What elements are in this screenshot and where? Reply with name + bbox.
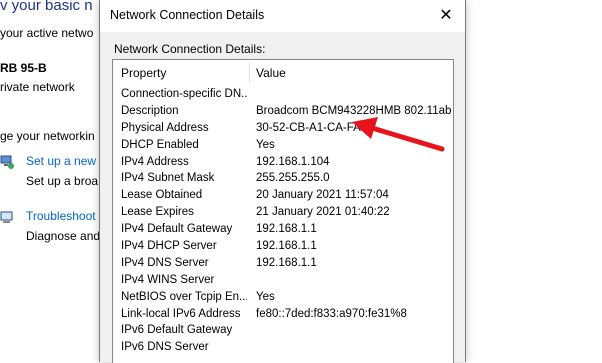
table-row[interactable]: IPv4 WINS Server xyxy=(113,272,453,289)
value-cell: Broadcom BCM943228HMB 802.11abgn xyxy=(256,104,451,117)
list-header: Property Value xyxy=(113,60,453,86)
property-cell: Physical Address xyxy=(121,121,209,134)
value-cell: 255.255.255.0 xyxy=(256,172,330,185)
table-row[interactable]: Description Broadcom BCM943228HMB 802.11a… xyxy=(113,103,453,120)
network-connection-details-dialog: Network Connection Details ✕ Network Con… xyxy=(99,0,466,363)
setup-new-connection-link[interactable]: Set up a new xyxy=(26,154,96,168)
table-row[interactable]: IPv4 DHCP Server 192.168.1.1 xyxy=(113,238,453,255)
property-cell: Connection-specific DN... xyxy=(121,88,247,100)
details-rows: Connection-specific DN... Description Broa… xyxy=(113,86,453,356)
troubleshoot-link[interactable]: Troubleshoot xyxy=(26,209,96,223)
table-row[interactable]: Connection-specific DN... xyxy=(113,86,453,103)
close-button[interactable]: ✕ xyxy=(435,5,457,27)
property-cell: IPv4 Subnet Mask xyxy=(121,172,215,185)
value-cell: 192.168.1.1 xyxy=(256,240,317,253)
table-row[interactable]: IPv4 Default Gateway 192.168.1.1 xyxy=(113,221,453,238)
bg-change-settings-label: ge your networkin xyxy=(0,129,95,143)
property-cell: IPv6 Default Gateway xyxy=(121,324,233,337)
value-cell: 192.168.1.1 xyxy=(256,223,317,236)
property-cell: IPv4 DNS Server xyxy=(121,256,209,269)
value-cell: 30-52-CB-A1-CA-FA xyxy=(256,121,361,134)
table-row[interactable]: IPv6 Default Gateway xyxy=(113,322,453,339)
close-icon: ✕ xyxy=(439,7,453,24)
bg-network-name: RB 95-B xyxy=(0,61,47,75)
column-header-value[interactable]: Value xyxy=(256,60,286,86)
details-list[interactable]: Property Value Connection-specific DN...… xyxy=(112,59,454,363)
table-row[interactable]: IPv6 DNS Server xyxy=(113,339,453,356)
details-group-label: Network Connection Details: xyxy=(114,42,266,56)
network-setup-icon xyxy=(0,155,14,169)
property-cell: NetBIOS over Tcpip En... xyxy=(121,290,247,303)
property-cell: Description xyxy=(121,104,179,117)
property-cell: Lease Obtained xyxy=(121,189,203,202)
property-cell: IPv4 DHCP Server xyxy=(121,240,217,253)
column-separator[interactable] xyxy=(249,62,250,84)
setup-new-connection-desc: Set up a broa xyxy=(26,174,99,188)
property-cell: IPv4 WINS Server xyxy=(121,273,215,286)
troubleshoot-desc: Diagnose and xyxy=(26,229,101,243)
property-cell: Link-local IPv6 Address xyxy=(121,307,241,320)
dialog-titlebar[interactable]: Network Connection Details ✕ xyxy=(100,0,465,32)
property-cell: IPv6 DNS Server xyxy=(121,341,209,354)
property-cell: IPv4 Default Gateway xyxy=(121,223,233,236)
table-row[interactable]: IPv4 Subnet Mask 255.255.255.0 xyxy=(113,170,453,187)
bg-heading: v your basic n xyxy=(0,0,93,14)
table-row[interactable]: Lease Obtained 20 January 2021 11:57:04 xyxy=(113,187,453,204)
value-cell: 192.168.1.104 xyxy=(256,155,330,168)
dialog-title: Network Connection Details xyxy=(110,8,265,22)
table-row[interactable]: Lease Expires 21 January 2021 01:40:22 xyxy=(113,204,453,221)
value-cell: 21 January 2021 01:40:22 xyxy=(256,206,390,219)
value-cell: Yes xyxy=(256,290,275,303)
value-cell: 20 January 2021 11:57:04 xyxy=(256,189,389,202)
property-cell: IPv4 Address xyxy=(121,155,189,168)
troubleshoot-icon xyxy=(0,211,13,223)
property-cell: Lease Expires xyxy=(121,206,194,219)
table-row[interactable]: DHCP Enabled Yes xyxy=(113,137,453,154)
table-row[interactable]: Physical Address 30-52-CB-A1-CA-FA xyxy=(113,120,453,137)
column-header-property[interactable]: Property xyxy=(121,60,166,86)
property-cell: DHCP Enabled xyxy=(121,138,199,151)
bg-network-type: rivate network xyxy=(0,80,75,94)
value-cell: fe80::7ded:f833:a970:fe31%8 xyxy=(256,307,407,320)
bg-active-networks-label: your active netwo xyxy=(0,26,94,40)
value-cell: Yes xyxy=(256,138,275,151)
table-row[interactable]: IPv4 DNS Server 192.168.1.1 xyxy=(113,255,453,272)
table-row[interactable]: NetBIOS over Tcpip En... Yes xyxy=(113,289,453,306)
value-cell: 192.168.1.1 xyxy=(256,256,317,269)
table-row[interactable]: IPv4 Address 192.168.1.104 xyxy=(113,154,453,171)
table-row[interactable]: Link-local IPv6 Address fe80::7ded:f833:a… xyxy=(113,306,453,323)
